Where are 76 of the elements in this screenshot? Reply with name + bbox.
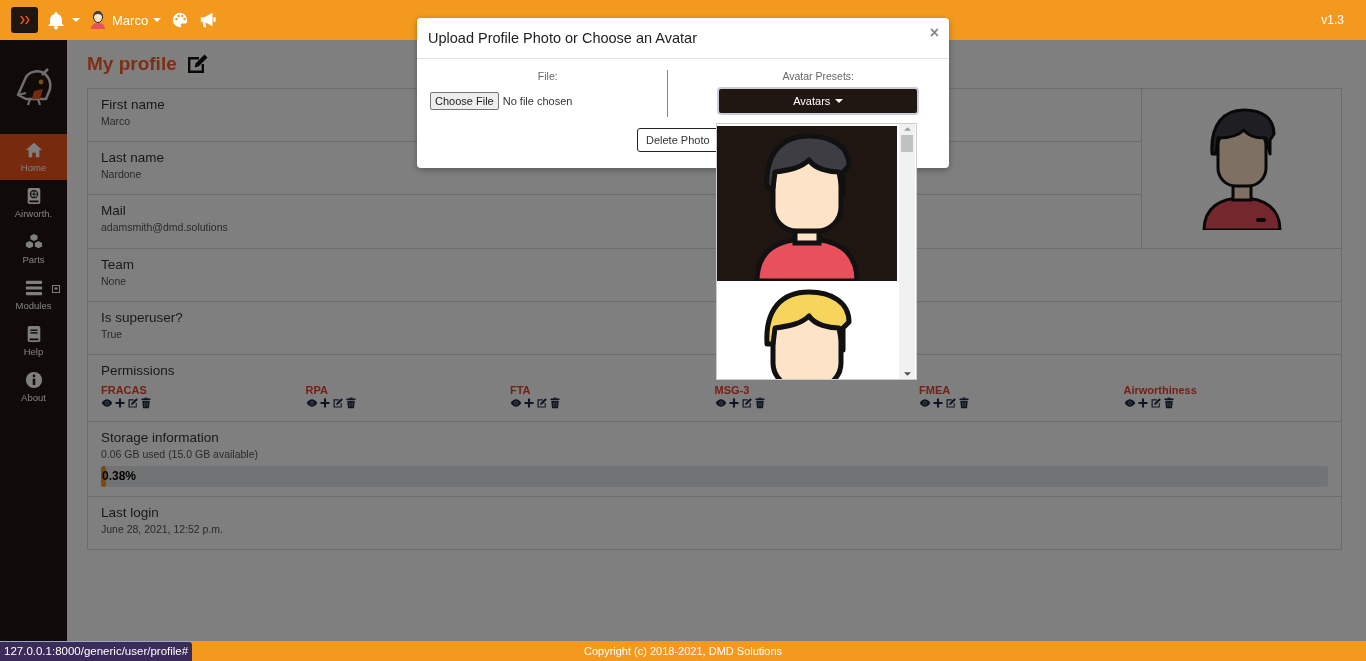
field-value: adamsmith@dmd.solutions <box>101 221 228 233</box>
sidebar-item[interactable]: Help <box>0 318 67 364</box>
sidebar-item[interactable]: Airworth. <box>0 180 67 226</box>
module-name: Airworthiness <box>1123 384 1197 396</box>
bell-icon <box>46 10 66 30</box>
edit-icon[interactable] <box>186 54 209 74</box>
view-icon[interactable] <box>510 397 522 409</box>
edit-icon[interactable] <box>945 397 957 409</box>
caret-icon <box>72 18 80 22</box>
add-icon[interactable] <box>318 397 331 409</box>
view-icon[interactable] <box>1123 397 1136 409</box>
view-icon[interactable] <box>919 397 931 409</box>
choose-file-button[interactable]: Choose File <box>430 92 499 110</box>
field-label: File: <box>537 70 558 82</box>
home-icon <box>24 141 43 159</box>
add-icon[interactable] <box>1136 397 1149 409</box>
window-icon <box>51 285 60 293</box>
module-name: FTA <box>510 384 531 396</box>
caret-icon <box>153 18 162 22</box>
menu-icon <box>24 279 43 297</box>
view-icon[interactable] <box>305 397 318 409</box>
edit-icon[interactable] <box>127 397 139 409</box>
scrollbar[interactable] <box>899 124 915 379</box>
field-value: Nardone <box>101 168 142 180</box>
add-icon[interactable] <box>727 397 740 409</box>
cubes-icon <box>24 233 43 251</box>
edit-icon[interactable] <box>331 397 344 409</box>
delete-icon[interactable] <box>140 397 152 409</box>
edit-icon[interactable] <box>1149 397 1162 409</box>
field-value: None <box>101 275 127 287</box>
sidebar-item[interactable]: Parts <box>0 226 67 272</box>
double-chevron-icon <box>19 15 30 25</box>
field-label: Storage information <box>101 430 219 445</box>
field-label: Mail <box>101 203 126 218</box>
sidebar-item[interactable]: About <box>0 364 67 410</box>
field-label: First name <box>101 97 165 112</box>
add-icon[interactable] <box>932 397 944 409</box>
delete-icon[interactable] <box>549 397 561 409</box>
field-label: Is superuser? <box>101 310 183 325</box>
bird-logo <box>16 68 51 107</box>
module-name: FRACAS <box>101 384 147 396</box>
scroll-down-icon[interactable] <box>903 372 911 376</box>
view-icon[interactable] <box>714 397 727 409</box>
field-label: Last name <box>101 150 165 165</box>
field-label: Permissions <box>101 363 175 378</box>
field-value: Marco <box>101 115 131 127</box>
field-value: True <box>101 328 123 340</box>
edit-icon[interactable] <box>740 397 753 409</box>
version-label: v1.3 <box>1321 13 1344 27</box>
page-title: My profile <box>87 53 177 75</box>
close-button[interactable]: × <box>929 24 939 42</box>
info-icon <box>24 371 43 389</box>
avatar-icon <box>88 9 108 31</box>
copyright-text: Copyright (c) 2018-2021, DMD Solutions <box>583 645 783 657</box>
delete-icon[interactable] <box>958 397 970 409</box>
view-icon[interactable] <box>101 397 113 409</box>
sidebar-item[interactable]: Modules <box>0 272 67 318</box>
field-value: June 28, 2021, 12:52 p.m. <box>101 523 223 535</box>
avatar-option[interactable] <box>717 126 898 281</box>
field-label: Last login <box>101 505 159 520</box>
scrollbar-thumb[interactable] <box>901 135 913 152</box>
module-name: FMEA <box>919 384 951 396</box>
module-name: RPA <box>305 384 328 396</box>
avatars-dropdown[interactable]: Avatars <box>717 87 920 115</box>
field-label: Team <box>101 257 134 272</box>
field-value: 0.06 GB used (15.0 GB available) <box>101 448 258 460</box>
field-label: Avatar Presets: <box>782 70 855 82</box>
caret-icon <box>835 99 844 103</box>
add-icon[interactable] <box>114 397 126 409</box>
edit-icon[interactable] <box>536 397 548 409</box>
sidebar-toggle-button[interactable] <box>11 7 38 33</box>
add-icon[interactable] <box>523 397 535 409</box>
file-status: No file chosen <box>502 95 573 107</box>
status-url: 127.0.0.1:8000/generic/user/profile# <box>0 642 193 661</box>
module-name: MSG-3 <box>714 384 750 396</box>
dialog-title: Upload Profile Photo or Choose an Avatar <box>428 30 697 46</box>
